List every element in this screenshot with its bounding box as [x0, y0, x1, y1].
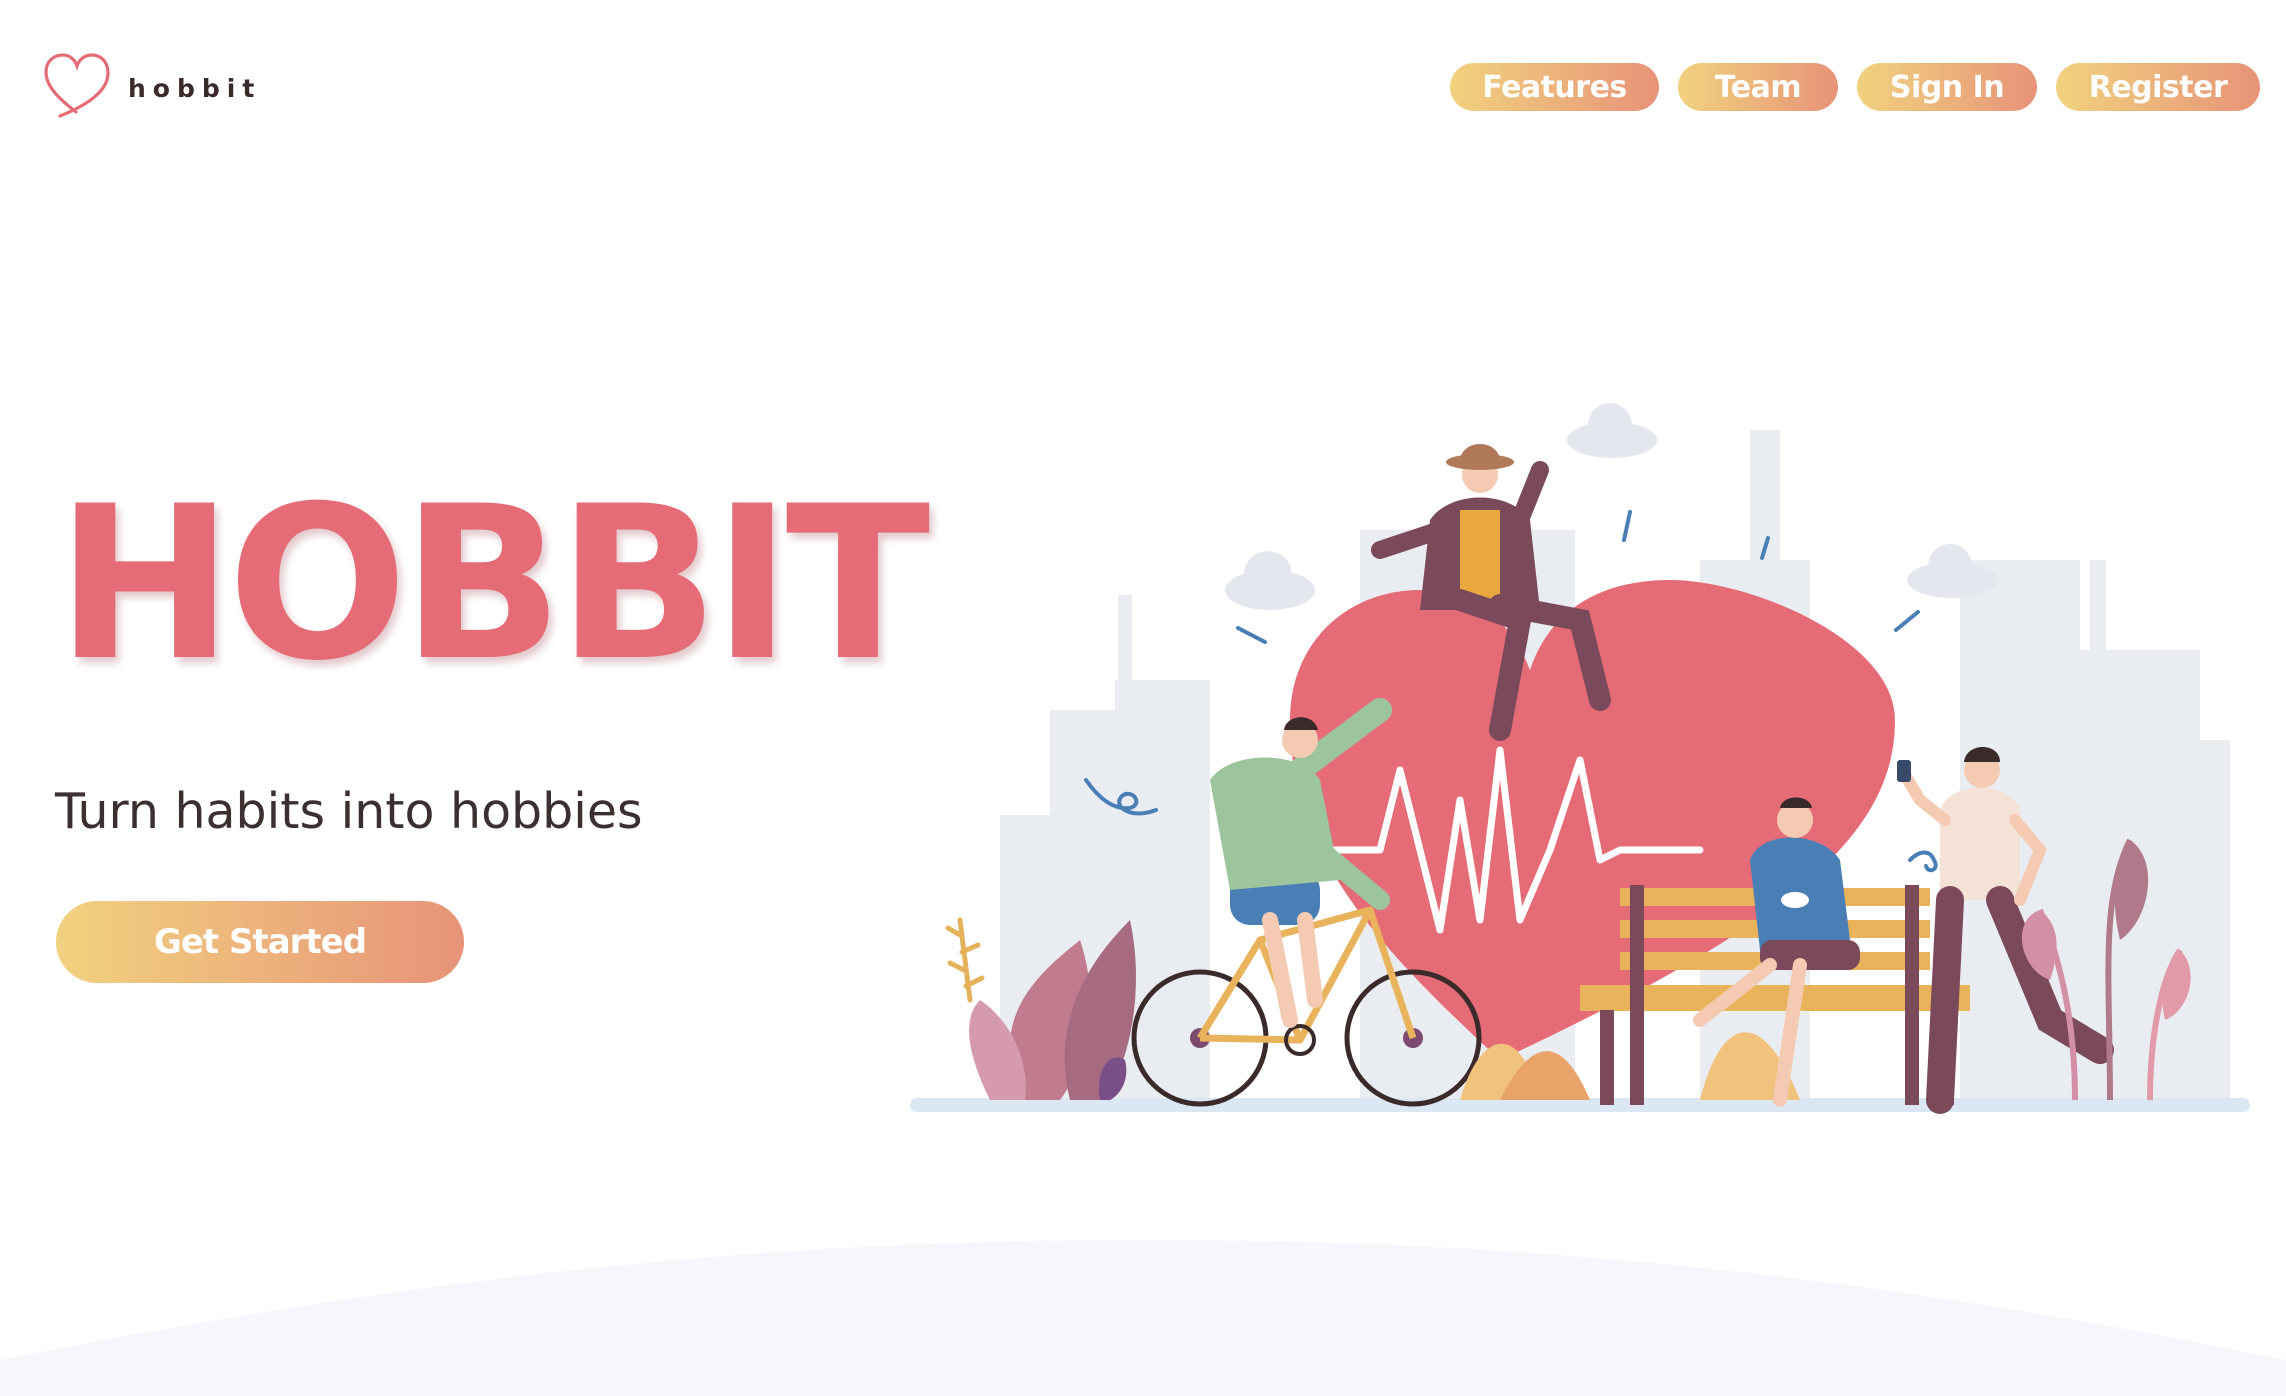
heart-outline-icon [44, 53, 110, 118]
nav-features-button[interactable]: Features [1450, 63, 1659, 111]
ground-line [910, 1098, 2250, 1112]
top-nav: Features Team Sign In Register [1450, 63, 2260, 111]
nav-team-button[interactable]: Team [1678, 63, 1838, 111]
nav-sign-in-button[interactable]: Sign In [1857, 63, 2037, 111]
landing-page: hobbit Features Team Sign In Register HO… [0, 0, 2286, 1396]
hero-title: HOBBIT [56, 460, 930, 707]
bottom-wave [0, 1240, 2286, 1396]
clouds [1225, 403, 1997, 610]
nav-register-button[interactable]: Register [2056, 63, 2260, 111]
hero-illustration [910, 403, 2250, 1114]
brand-name: hobbit [128, 73, 262, 103]
get-started-button[interactable]: Get Started [56, 901, 464, 983]
hero-subtitle: Turn habits into hobbies [55, 783, 643, 840]
brand-logo[interactable]: hobbit [42, 52, 261, 118]
